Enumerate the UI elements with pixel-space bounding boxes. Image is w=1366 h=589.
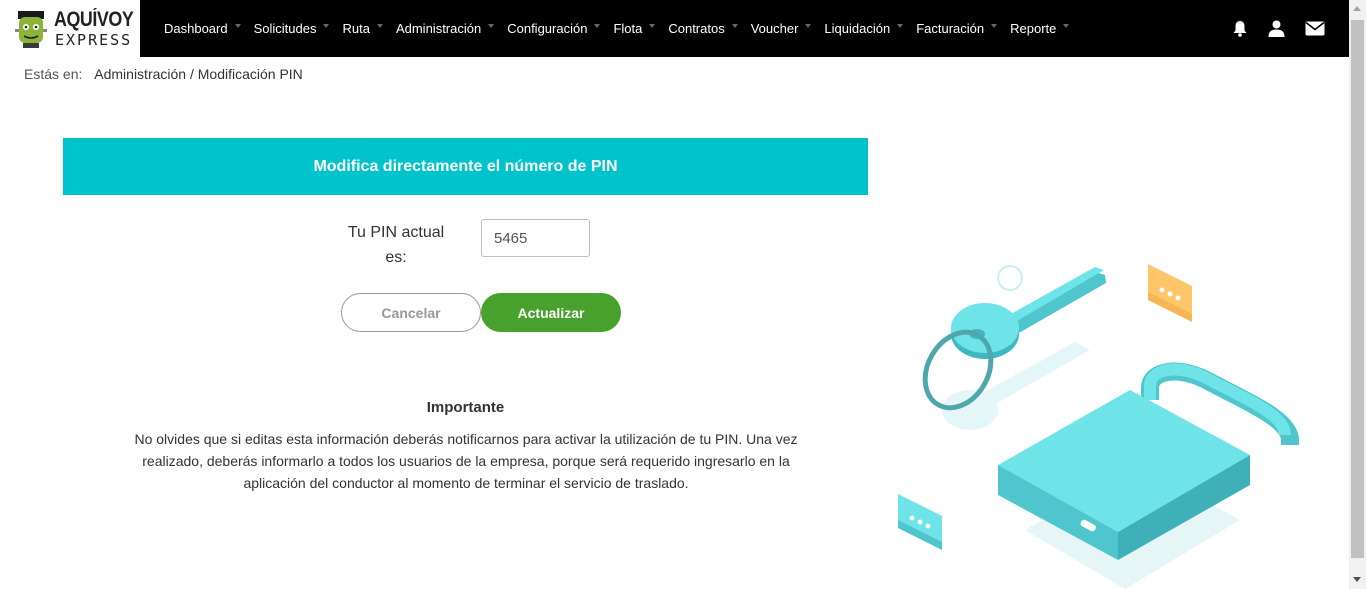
page-scrollbar[interactable] [1349, 0, 1366, 589]
bell-icon[interactable] [1232, 20, 1248, 37]
envelope-icon[interactable] [1305, 21, 1325, 36]
top-navbar: AQUÍVOY EXPRESS Dashboard Solicitudes Ru… [0, 0, 1349, 57]
illustration-shadow-key [942, 342, 1090, 430]
caret-down-icon [488, 23, 495, 28]
pin-input[interactable] [481, 219, 590, 257]
nav-configuracion[interactable]: Configuración [507, 21, 601, 36]
caret-down-icon [649, 23, 656, 28]
nav-liquidacion[interactable]: Liquidación [824, 21, 904, 36]
nav-label: Contratos [668, 21, 725, 36]
nav-ruta[interactable]: Ruta [342, 21, 383, 36]
nav-label: Administración [395, 21, 482, 36]
user-icon[interactable] [1268, 20, 1285, 37]
nav-facturacion[interactable]: Facturación [916, 21, 998, 36]
key-padlock-illustration [898, 264, 1299, 589]
caret-down-icon [991, 23, 998, 28]
caret-down-icon [376, 23, 383, 28]
nav-dashboard[interactable]: Dashboard [164, 21, 241, 36]
scroll-down-arrow-icon[interactable] [1353, 577, 1361, 582]
caret-down-icon [731, 23, 738, 28]
nav-reporte[interactable]: Reporte [1010, 21, 1070, 36]
nav-voucher[interactable]: Voucher [751, 21, 812, 36]
caret-down-icon [323, 23, 330, 28]
nav-label: Facturación [916, 21, 985, 36]
nav-label: Voucher [750, 21, 799, 36]
scroll-thumb[interactable] [1351, 20, 1364, 558]
brand-subtitle: EXPRESS [55, 31, 133, 49]
nav-label: Dashboard [164, 21, 228, 36]
caret-down-icon [1063, 23, 1070, 28]
caret-down-icon [897, 23, 904, 28]
illustration-circle [997, 265, 1023, 291]
breadcrumb-prefix: Estás en: [24, 66, 83, 82]
cancel-button[interactable]: Cancelar [341, 293, 481, 332]
nav-flota[interactable]: Flota [613, 21, 656, 36]
nav-label: Solicitudes [253, 21, 317, 36]
nav-label: Configuración [507, 21, 588, 36]
caret-down-icon [805, 23, 812, 28]
main-menu: Dashboard Solicitudes Ruta Administració… [164, 0, 1082, 57]
frankenstein-mascot-icon [15, 11, 47, 48]
brand-logo[interactable]: AQUÍVOY EXPRESS [0, 0, 140, 57]
nav-contratos[interactable]: Contratos [668, 21, 738, 36]
section-banner: Modifica directamente el número de PIN [63, 138, 868, 195]
top-icon-group [1212, 0, 1325, 57]
caret-down-icon [594, 23, 601, 28]
illustration-chat-bubble-teal [898, 494, 942, 550]
nav-label: Ruta [342, 21, 370, 36]
banner-title: Modifica directamente el número de PIN [313, 157, 618, 175]
nav-solicitudes[interactable]: Solicitudes [254, 21, 330, 36]
nav-label: Liquidación [824, 21, 891, 36]
brand-name: AQUÍVOY [54, 8, 134, 31]
update-button[interactable]: Actualizar [481, 293, 621, 332]
nav-administracion[interactable]: Administración [395, 21, 495, 36]
nav-label: Flota [613, 21, 643, 36]
illustration-chat-bubble-orange [1148, 264, 1192, 322]
important-title: Importante [426, 399, 505, 416]
breadcrumb: Estás en: Administración / Modificación … [24, 66, 303, 82]
important-text: No olvides que si editas esta informació… [134, 431, 798, 491]
caret-down-icon [234, 23, 241, 28]
breadcrumb-path: Administración / Modificación PIN [94, 66, 303, 82]
scroll-up-arrow-icon[interactable] [1353, 6, 1361, 11]
nav-label: Reporte [1010, 21, 1057, 36]
pin-label: Tu PIN actual es: [347, 224, 445, 266]
